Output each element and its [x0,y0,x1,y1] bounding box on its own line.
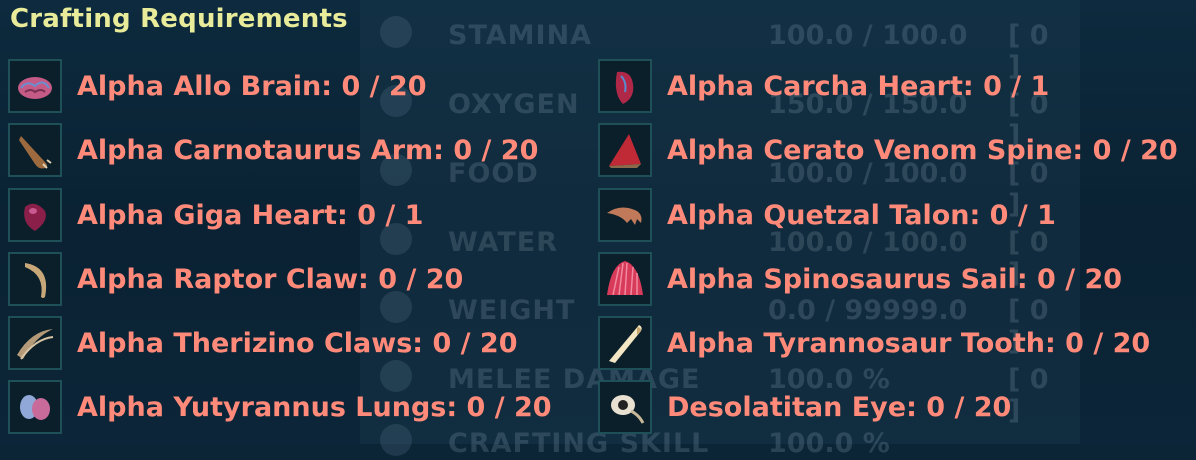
stat-label: OXYGEN [448,89,580,120]
requirement-label: Alpha Tyrannosaur Tooth: 0 / 20 [667,327,1151,359]
stat-label: WATER [448,227,559,258]
stat-label: STAMINA [448,20,593,51]
requirement-item[interactable]: Alpha Spinosaurus Sail: 0 / 20 [598,250,1122,308]
requirement-label: Alpha Giga Heart: 0 / 1 [77,199,424,231]
lungs-icon [8,380,62,434]
requirement-item[interactable]: Alpha Allo Brain: 0 / 20 [8,57,426,115]
heart-icon [598,59,652,113]
requirement-item[interactable]: Alpha Carcha Heart: 0 / 1 [598,57,1049,115]
crafting-requirements-title: Crafting Requirements [10,4,348,34]
requirement-item[interactable]: Alpha Therizino Claws: 0 / 20 [8,314,518,372]
requirement-item[interactable]: Alpha Tyrannosaur Tooth: 0 / 20 [598,314,1150,372]
requirement-label: Alpha Therizino Claws: 0 / 20 [77,327,518,359]
requirement-item[interactable]: Alpha Raptor Claw: 0 / 20 [8,250,463,308]
sail-icon [598,252,652,306]
heart-icon [8,188,62,242]
requirement-label: Desolatitan Eye: 0 / 20 [667,391,1012,423]
claws-icon [8,316,62,370]
requirement-label: Alpha Cerato Venom Spine: 0 / 20 [667,134,1178,166]
requirement-item[interactable]: Alpha Quetzal Talon: 0 / 1 [598,186,1056,244]
requirement-label: Alpha Raptor Claw: 0 / 20 [77,263,464,295]
claw-icon [8,252,62,306]
requirement-item[interactable]: Alpha Cerato Venom Spine: 0 / 20 [598,121,1178,179]
requirement-label: Alpha Allo Brain: 0 / 20 [77,70,427,102]
requirement-item[interactable]: Desolatitan Eye: 0 / 20 [598,378,1011,436]
brain-icon [8,59,62,113]
lightning-icon [380,16,412,48]
stat-level: [ 0 ] [1008,364,1049,426]
arm-icon [8,123,62,177]
tooth-icon [598,316,652,370]
requirement-label: Alpha Carcha Heart: 0 / 1 [667,70,1050,102]
requirement-item[interactable]: Alpha Yutyrannus Lungs: 0 / 20 [8,378,552,436]
requirement-label: Alpha Yutyrannus Lungs: 0 / 20 [77,391,552,423]
requirement-label: Alpha Carnotaurus Arm: 0 / 20 [77,134,539,166]
requirement-label: Alpha Quetzal Talon: 0 / 1 [667,199,1056,231]
requirement-item[interactable]: Alpha Giga Heart: 0 / 1 [8,186,423,244]
bg-stat-stamina: STAMINA 100.0 / 100.0 [ 0 ] [380,12,1060,82]
spine-icon [598,123,652,177]
requirement-label: Alpha Spinosaurus Sail: 0 / 20 [667,263,1123,295]
eye-icon [598,380,652,434]
stat-value: 100.0 / 100.0 [768,20,968,51]
requirement-item[interactable]: Alpha Carnotaurus Arm: 0 / 20 [8,121,538,179]
talon-icon [598,188,652,242]
